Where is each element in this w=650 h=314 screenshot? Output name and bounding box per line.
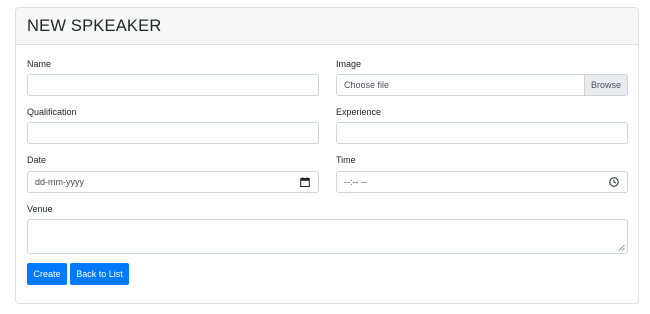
clock-icon[interactable] <box>609 177 619 187</box>
browse-button[interactable]: Browse <box>584 75 627 95</box>
venue-textarea[interactable] <box>27 219 628 254</box>
time-input[interactable]: --:-- -- <box>336 171 628 193</box>
calendar-icon[interactable] <box>300 177 310 187</box>
experience-input[interactable] <box>336 122 628 144</box>
name-input[interactable] <box>27 74 319 96</box>
card-header: NEW SPKEAKER <box>16 8 638 45</box>
date-input[interactable]: dd-mm-yyyy <box>27 171 319 193</box>
qualification-label: Qualification <box>27 107 77 117</box>
image-file-input[interactable]: Choose file Browse <box>336 74 628 96</box>
experience-label: Experience <box>336 107 382 117</box>
page-title: NEW SPKEAKER <box>27 17 162 35</box>
image-file-placeholder: Choose file <box>344 80 390 90</box>
back-to-list-button[interactable]: Back to List <box>70 263 129 285</box>
date-label: Date <box>27 155 47 165</box>
qualification-input[interactable] <box>27 122 319 144</box>
time-placeholder: --:-- -- <box>344 177 367 187</box>
time-label: Time <box>336 155 356 165</box>
date-placeholder: dd-mm-yyyy <box>35 177 84 187</box>
new-speaker-card: NEW SPKEAKER Name Image Choose file Brow… <box>15 7 639 304</box>
resize-handle-icon[interactable] <box>618 244 625 251</box>
venue-label: Venue <box>27 204 53 214</box>
create-button[interactable]: Create <box>27 263 67 285</box>
image-label: Image <box>336 59 362 69</box>
name-label: Name <box>27 59 52 69</box>
